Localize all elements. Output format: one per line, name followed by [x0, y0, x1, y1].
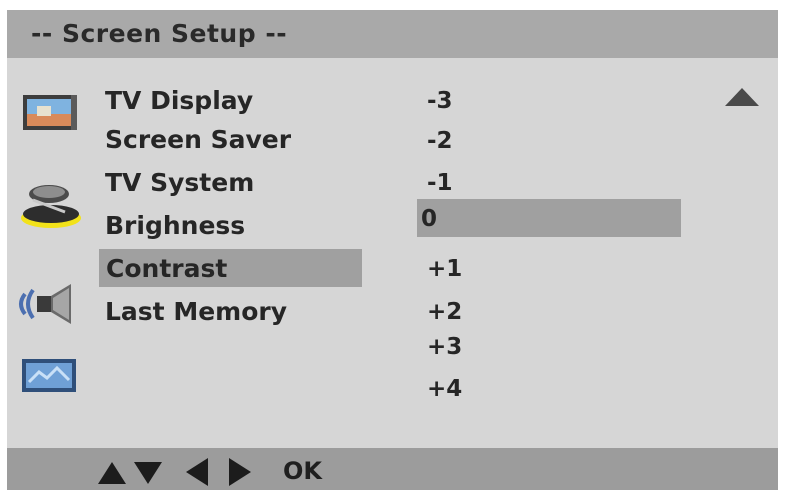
- speaker-audio-icon[interactable]: [15, 282, 81, 330]
- value-option-plus-3[interactable]: +3: [427, 334, 462, 360]
- scroll-up-arrow-icon[interactable]: [725, 88, 759, 106]
- menu-item-tv-system[interactable]: TV System: [105, 168, 254, 197]
- down-arrow-icon: [133, 461, 163, 489]
- menu-item-screen-saver[interactable]: Screen Saver: [105, 125, 291, 154]
- ok-label: OK: [283, 457, 322, 485]
- tv-display-icon[interactable]: [21, 92, 81, 138]
- menu-item-tv-display[interactable]: TV Display: [105, 86, 253, 115]
- screen-setup-osd: -- Screen Setup -- TV Display Screen Sav…: [7, 10, 778, 490]
- menu-item-contrast[interactable]: Contrast: [106, 254, 227, 283]
- value-option-plus-4[interactable]: +4: [427, 376, 462, 402]
- menu-item-brighness[interactable]: Brighness: [105, 211, 245, 240]
- menu-item-last-memory[interactable]: Last Memory: [105, 297, 287, 326]
- value-selection-highlight: [417, 199, 681, 237]
- right-arrow-icon: [228, 457, 252, 491]
- value-option-minus-3[interactable]: -3: [427, 88, 453, 114]
- page-title: -- Screen Setup --: [31, 19, 288, 48]
- screen-icon[interactable]: [21, 356, 79, 400]
- title-bar: -- Screen Setup --: [7, 10, 778, 58]
- value-option-plus-1[interactable]: +1: [427, 256, 462, 282]
- value-option-minus-2[interactable]: -2: [427, 128, 453, 154]
- value-option-0[interactable]: 0: [421, 206, 437, 232]
- value-option-minus-1[interactable]: -1: [427, 170, 453, 196]
- up-arrow-icon: [97, 461, 127, 489]
- navigation-hint-bar: OK: [7, 448, 778, 490]
- left-arrow-icon: [185, 457, 209, 491]
- disc-setup-icon[interactable]: [19, 180, 83, 236]
- value-option-plus-2[interactable]: +2: [427, 299, 462, 325]
